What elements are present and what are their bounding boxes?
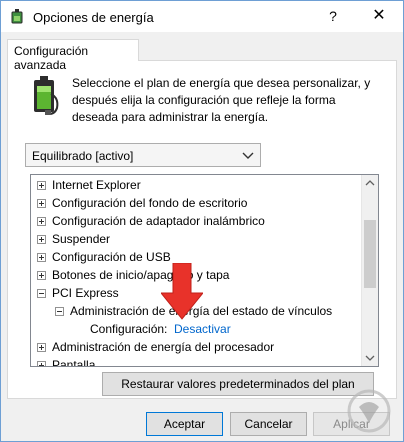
power-options-icon (11, 9, 23, 24)
collapse-icon[interactable] (37, 289, 46, 298)
tree-item-link-state-power[interactable]: Administración de energía del estado de … (55, 302, 357, 320)
intro-text: Seleccione el plan de energía que desea … (72, 75, 372, 126)
setting-value-link[interactable]: Desactivar (174, 320, 231, 338)
expand-icon[interactable] (37, 253, 46, 262)
restore-defaults-button[interactable]: Restaurar valores predeterminados del pl… (102, 372, 374, 396)
scroll-down-icon[interactable] (362, 349, 378, 366)
intro-line: Seleccione el plan de energía que desea … (72, 76, 371, 90)
tree-item-label: Suspender (52, 232, 111, 246)
expand-icon[interactable] (37, 199, 46, 208)
cancel-button[interactable]: Cancelar (230, 412, 307, 436)
expand-icon[interactable] (37, 343, 46, 352)
power-plan-dropdown[interactable]: Equilibrado [activo] (25, 143, 261, 167)
red-arrow-icon (161, 263, 203, 320)
intro-line: deseada para administrar la energía. (72, 110, 269, 124)
title-bar: Opciones de energía ? ✕ (1, 1, 403, 32)
tree-item-processor-power[interactable]: Administración de energía del procesador (37, 338, 357, 356)
tree-item-label: Administración de energía del procesador (52, 340, 275, 354)
settings-tree[interactable]: Internet Explorer Configuración del fond… (30, 174, 379, 367)
tree-item-sleep[interactable]: Suspender (37, 230, 357, 248)
tree-item-display[interactable]: Pantalla (37, 356, 357, 367)
intro-line: después elija la configuración que refle… (72, 93, 336, 107)
tab-label: Configuración avanzada (14, 44, 89, 72)
setting-label: Configuración: (90, 322, 168, 336)
accept-button[interactable]: Aceptar (146, 412, 223, 436)
expand-icon[interactable] (37, 271, 46, 280)
close-button[interactable]: ✕ (359, 3, 399, 29)
expand-icon[interactable] (37, 181, 46, 190)
tab-advanced-settings[interactable]: Configuración avanzada (7, 39, 139, 72)
tree-item-wireless-adapter[interactable]: Configuración de adaptador inalámbrico (37, 212, 357, 230)
tree-item-setting[interactable]: Configuración: Desactivar (90, 320, 357, 338)
window-title: Opciones de energía (33, 10, 154, 25)
expand-icon[interactable] (37, 217, 46, 226)
power-options-window: Opciones de energía ? ✕ Configuración av… (0, 0, 404, 442)
tree-item-label: Internet Explorer (52, 178, 141, 192)
scroll-up-icon[interactable] (362, 175, 378, 192)
tree-item-label: PCI Express (52, 286, 119, 300)
help-button[interactable]: ? (318, 3, 348, 29)
vertical-scrollbar[interactable] (361, 175, 378, 366)
tree-item-internet-explorer[interactable]: Internet Explorer (37, 176, 357, 194)
collapse-icon[interactable] (55, 307, 64, 316)
scrollbar-thumb[interactable] (364, 220, 376, 288)
battery-plug-icon (34, 76, 59, 115)
tree-item-label: Configuración de adaptador inalámbrico (52, 214, 265, 228)
tree-item-desktop-background[interactable]: Configuración del fondo de escritorio (37, 194, 357, 212)
expand-icon[interactable] (37, 361, 46, 366)
power-plan-value: Equilibrado [activo] (32, 149, 134, 163)
chevron-down-icon (242, 152, 254, 159)
logo-watermark-icon (347, 389, 391, 433)
tree-item-label: Configuración del fondo de escritorio (52, 196, 248, 210)
tree-item-label: Pantalla (52, 358, 96, 367)
expand-icon[interactable] (37, 235, 46, 244)
tree-item-label: Configuración de USB (52, 250, 171, 264)
